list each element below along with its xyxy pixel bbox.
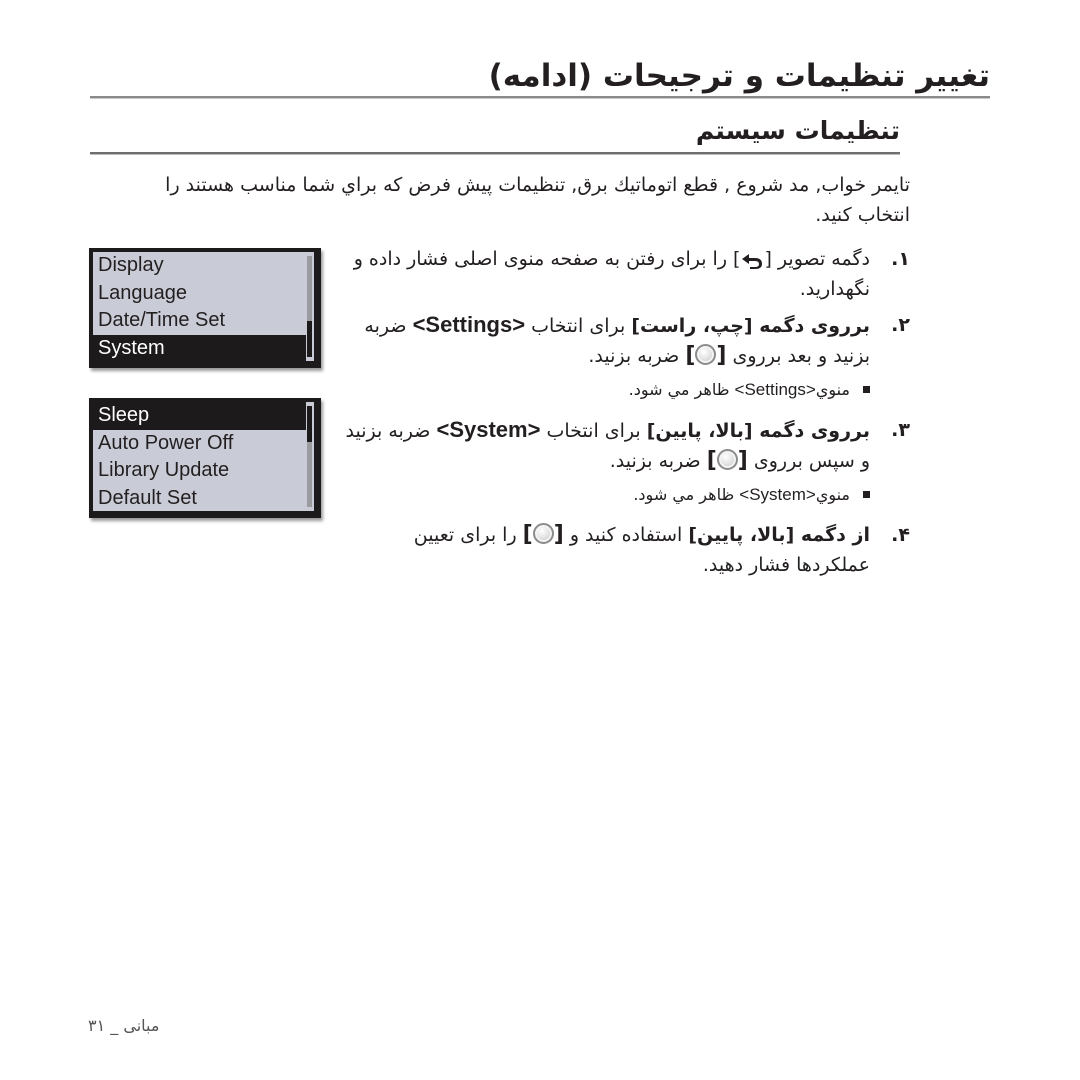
button-name: برروی دگمه [چپ، راست] [631,315,870,337]
step-text: برای انتخاب [540,420,647,442]
footer-section: مبانی [123,1016,160,1035]
footer-separator: _ [110,1016,119,1035]
menu-item-display: Display [98,254,164,276]
menu-item-default-set: Default Set [98,486,197,509]
note-keyword: <System> [739,485,816,504]
step-text: برای انتخاب [525,315,632,337]
device-screen-system: Sleep Auto Power Off Library Update Defa… [89,398,321,518]
page-title: تغییر تنظیمات و ترجیحات (ادامه) [488,58,991,94]
step-3: ۳. برروی دگمه [بالا، پایین] برای انتخاب … [340,415,910,476]
step-text: ضربه بزنید. [609,450,707,472]
step-2-note: منوي<Settings> ظاهر مي شود. [340,377,910,403]
step-text: استفاده كنید و [563,524,689,546]
screen-menu-list: Sleep Auto Power Off Library Update Defa… [93,402,314,511]
scrollbar [307,406,312,507]
menu-item-sleep-selected: Sleep [93,402,306,430]
step-text: دگمه تصویر [ [764,248,870,270]
bracket: ] [685,343,696,368]
bracket: [ [716,343,727,368]
select-button-icon [716,449,738,470]
button-name: از دگمه [بالا، پایین] [688,524,870,546]
menu-keyword: <Settings> [412,312,526,337]
step-number: ۲. [891,314,910,336]
note-text: منوي [815,380,850,399]
step-2: ۲. برروی دگمه [چپ، راست] برای انتخاب <Se… [340,310,910,371]
step-number: ۳. [891,419,910,441]
menu-item-date-time-set: Date/Time Set [98,309,226,331]
step-4: ۴. از دگمه [بالا، پایین] استفاده كنید و … [340,520,910,580]
page-number: ۳۱ [88,1016,106,1035]
back-arrow-icon [740,249,764,269]
page-footer: مبانی _ ۳۱ [88,1016,159,1035]
bracket: ] [522,522,533,547]
section-divider [90,152,900,155]
bullet-square-icon [863,386,870,393]
note-text: ظاهر مي شود. [633,485,740,504]
step-3-note: منوي<System> ظاهر مي شود. [340,482,910,508]
menu-item-auto-power-off: Auto Power Off [98,431,234,454]
note-text: ظاهر مي شود. [628,380,735,399]
menu-keyword: <System> [436,417,541,442]
menu-item-system-selected: System [93,334,306,361]
scrollbar [307,256,312,357]
title-divider [90,96,990,99]
menu-item-language: Language [98,281,187,304]
intro-paragraph: تایمر خواب, مد شروع , قطع اتوماتیك برق, … [165,174,910,226]
note-text: منوي [815,485,850,504]
note-keyword: <Settings> [734,380,816,399]
device-screen-settings: Display Language Date/Time Set System [89,248,321,368]
select-button-icon [532,523,554,544]
scrollbar-thumb [307,406,312,442]
screen-menu-list: Display Language Date/Time Set System [93,252,314,361]
step-text: ضربه بزنید. [588,345,686,367]
bracket: ] [706,448,717,473]
bracket: [ [553,522,564,547]
bracket: [ [737,448,748,473]
bullet-square-icon [863,491,870,498]
menu-item-library-update: Library Update [98,459,230,481]
scrollbar-thumb [307,321,312,357]
step-number: ۴. [891,524,910,546]
instruction-steps: ۱. دگمه تصویر [] را برای رفتن به صفحه من… [340,244,910,586]
step-1: ۱. دگمه تصویر [] را برای رفتن به صفحه من… [340,244,910,304]
section-title: تنظیمات سیستم [695,116,900,145]
select-button-icon [695,344,717,365]
button-name: برروی دگمه [بالا، پایین] [646,420,870,442]
step-number: ۱. [891,248,910,270]
